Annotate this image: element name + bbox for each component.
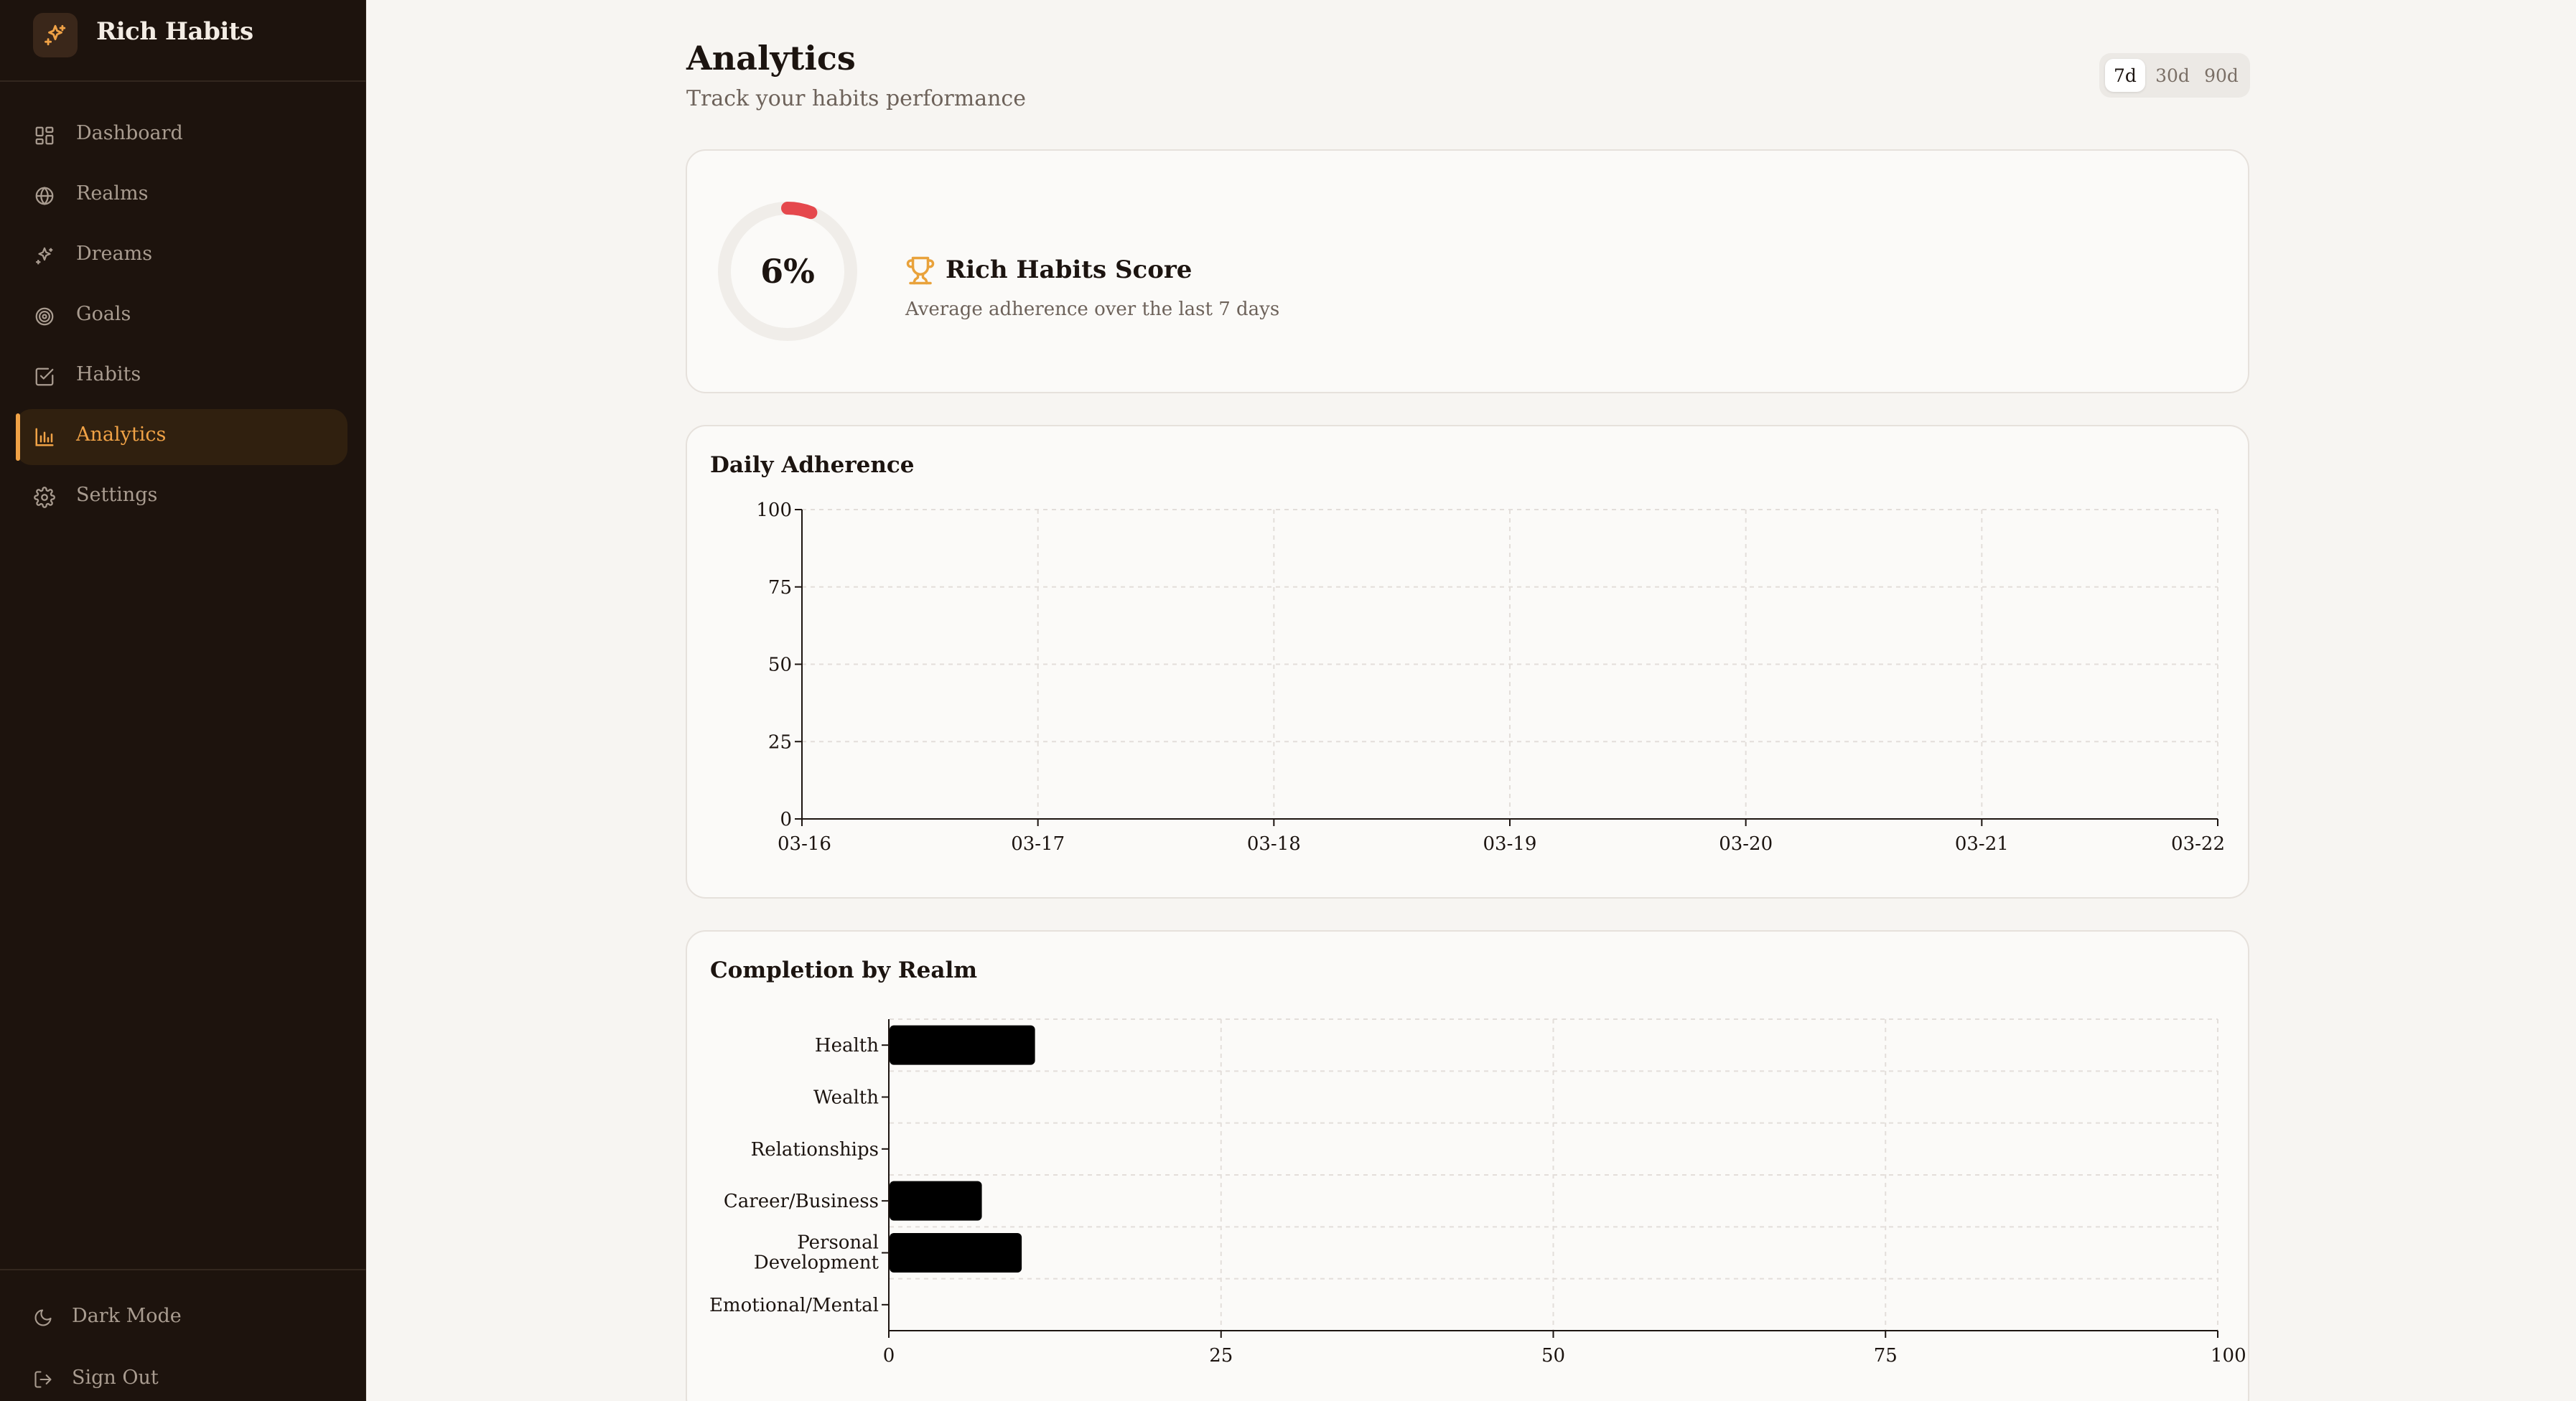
x-tick-label: 25 [1209,1345,1233,1367]
sign-out-label: Sign Out [72,1367,159,1389]
y-tick-label: Career/Business [724,1191,879,1212]
y-tick-label: Wealth [813,1087,879,1109]
range-7d-button[interactable]: 7d [2105,59,2145,92]
sidebar-item-label: Habits [76,363,141,385]
trophy-icon [905,256,935,286]
daily-adherence-chart: 0 25 50 75 100 03-16 03-17 03-18 03-19 03-20 03-21… [756,500,2225,855]
y-tick-label: 100 [756,500,792,521]
gear-icon [33,486,56,509]
page-title: Analytics [686,39,856,78]
sidebar-footer: Dark Mode Sign Out [0,1269,366,1401]
dark-mode-toggle[interactable]: Dark Mode [16,1295,347,1341]
sidebar-item-label: Dreams [76,243,153,265]
sidebar: Rich Habits Dashboard Realms Dreams Goal… [0,0,366,1401]
y-tick-label: Personal Development [754,1232,879,1274]
score-description: Average adherence over the last 7 days [905,299,1280,320]
brand-header: Rich Habits [0,0,366,82]
sidebar-item-realms[interactable]: Realms [16,168,347,224]
sidebar-item-label: Realms [76,182,149,205]
range-90d-button[interactable]: 90d [2198,59,2244,92]
x-tick-label: 03-16 [778,833,831,855]
sidebar-item-habits[interactable]: Habits [16,349,347,405]
globe-icon [33,184,56,207]
completion-by-realm-title: Completion by Realm [710,957,978,983]
range-selector: 7d 30d 90d [2099,53,2250,98]
range-30d-button[interactable]: 30d [2150,59,2195,92]
score-ring: 6% [716,200,859,343]
x-tick-label: 03-17 [1011,833,1065,855]
daily-adherence-title: Daily Adherence [710,452,915,478]
sidebar-item-dreams[interactable]: Dreams [16,228,347,284]
y-tick-label: 25 [768,731,792,753]
sidebar-item-dashboard[interactable]: Dashboard [16,108,347,164]
sidebar-item-label: Dashboard [76,122,183,144]
sidebar-item-settings[interactable]: Settings [16,469,347,525]
completion-by-realm-chart: 0 25 50 75 100 Health Wealth Relationships Caree… [709,1018,2246,1367]
x-tick-label: 03-21 [1955,833,2009,855]
y-tick-label: 50 [768,655,792,676]
y-tick-label-line: Development [754,1252,879,1274]
dark-mode-label: Dark Mode [72,1305,182,1327]
x-tick-label: 50 [1541,1345,1565,1367]
grid-icon [33,124,56,147]
sidebar-item-label: Analytics [76,423,167,446]
realm-bar [890,1233,1022,1273]
sparkles-icon [33,245,56,268]
y-tick-label: Relationships [751,1139,879,1161]
x-tick-label: 03-19 [1483,833,1537,855]
x-tick-label: 03-22 [2171,833,2225,855]
realm-bar [890,1025,1035,1065]
y-tick-label: 75 [768,577,792,599]
y-tick-label: 0 [780,809,792,830]
sidebar-item-label: Goals [76,303,131,325]
log-out-icon [32,1368,55,1391]
y-tick-label: Emotional/Mental [709,1295,879,1316]
score-value: 6% [760,252,815,291]
sidebar-item-goals[interactable]: Goals [16,289,347,345]
daily-adherence-card: Daily Adherence 0 25 50 75 100 03-16 03-17 03-1… [686,425,2249,899]
score-card: 6% Rich Habits Score Average adherence o… [686,149,2249,393]
sidebar-item-label: Settings [76,484,158,506]
realm-bar [890,1181,982,1221]
x-tick-label: 03-20 [1719,833,1773,855]
checkbox-icon [33,365,56,388]
sign-out-button[interactable]: Sign Out [16,1357,347,1401]
app-name: Rich Habits [96,17,253,46]
bar-chart-icon [33,426,56,449]
x-tick-label: 75 [1874,1345,1898,1367]
x-tick-label: 03-18 [1247,833,1301,855]
sparkles-logo-icon[interactable] [33,13,78,57]
y-tick-label: Health [815,1035,879,1056]
target-icon [33,305,56,328]
sidebar-item-analytics[interactable]: Analytics [16,409,347,465]
completion-by-realm-card: Completion by Realm 0 25 50 75 100 Health Weal… [686,930,2249,1401]
x-tick-label: 100 [2211,1345,2246,1367]
x-tick-label: 0 [883,1345,895,1367]
moon-icon [32,1306,55,1329]
page-subtitle: Track your habits performance [686,86,1026,111]
score-title: Rich Habits Score [946,256,1193,284]
y-tick-label-line: Personal [797,1232,879,1254]
